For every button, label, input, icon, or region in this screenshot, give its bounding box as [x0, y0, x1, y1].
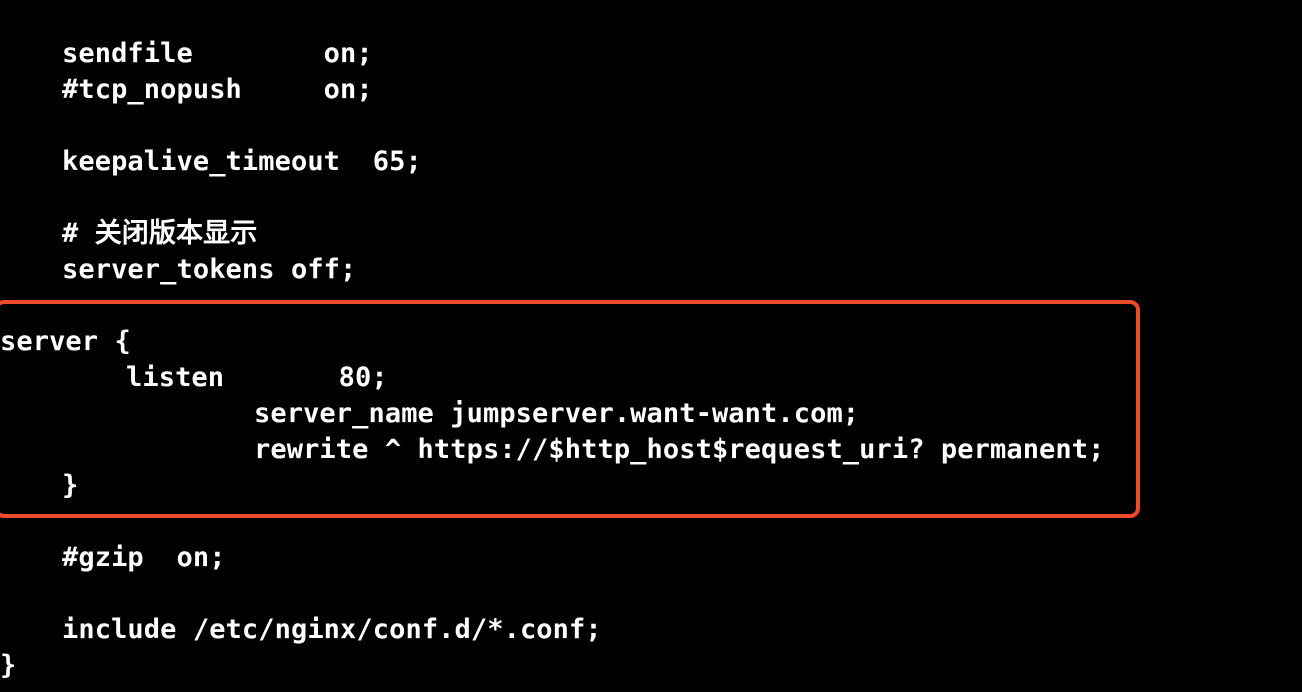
code-line-listen: listen 80; — [126, 362, 388, 393]
code-line-sendfile: sendfile on; — [62, 38, 373, 69]
code-line-include: include /etc/nginx/conf.d/*.conf; — [62, 614, 602, 645]
code-line-http-close: } — [0, 650, 17, 681]
code-line-rewrite: rewrite ^ https://$http_host$request_uri… — [254, 434, 1105, 465]
code-line-keepalive: keepalive_timeout 65; — [62, 146, 422, 177]
terminal-window[interactable]: sendfile on; #tcp_nopush on; keepalive_t… — [0, 0, 1302, 692]
code-line-comment: # 关闭版本显示 — [62, 218, 258, 249]
code-line-gzip: #gzip on; — [62, 542, 226, 573]
code-line-tcp-nopush: #tcp_nopush on; — [62, 74, 373, 105]
code-line-server-open: server { — [0, 326, 131, 357]
code-line-server-tokens: server_tokens off; — [62, 254, 357, 285]
code-line-server-name: server_name jumpserver.want-want.com; — [254, 398, 860, 429]
code-line-server-close: } — [62, 470, 79, 501]
